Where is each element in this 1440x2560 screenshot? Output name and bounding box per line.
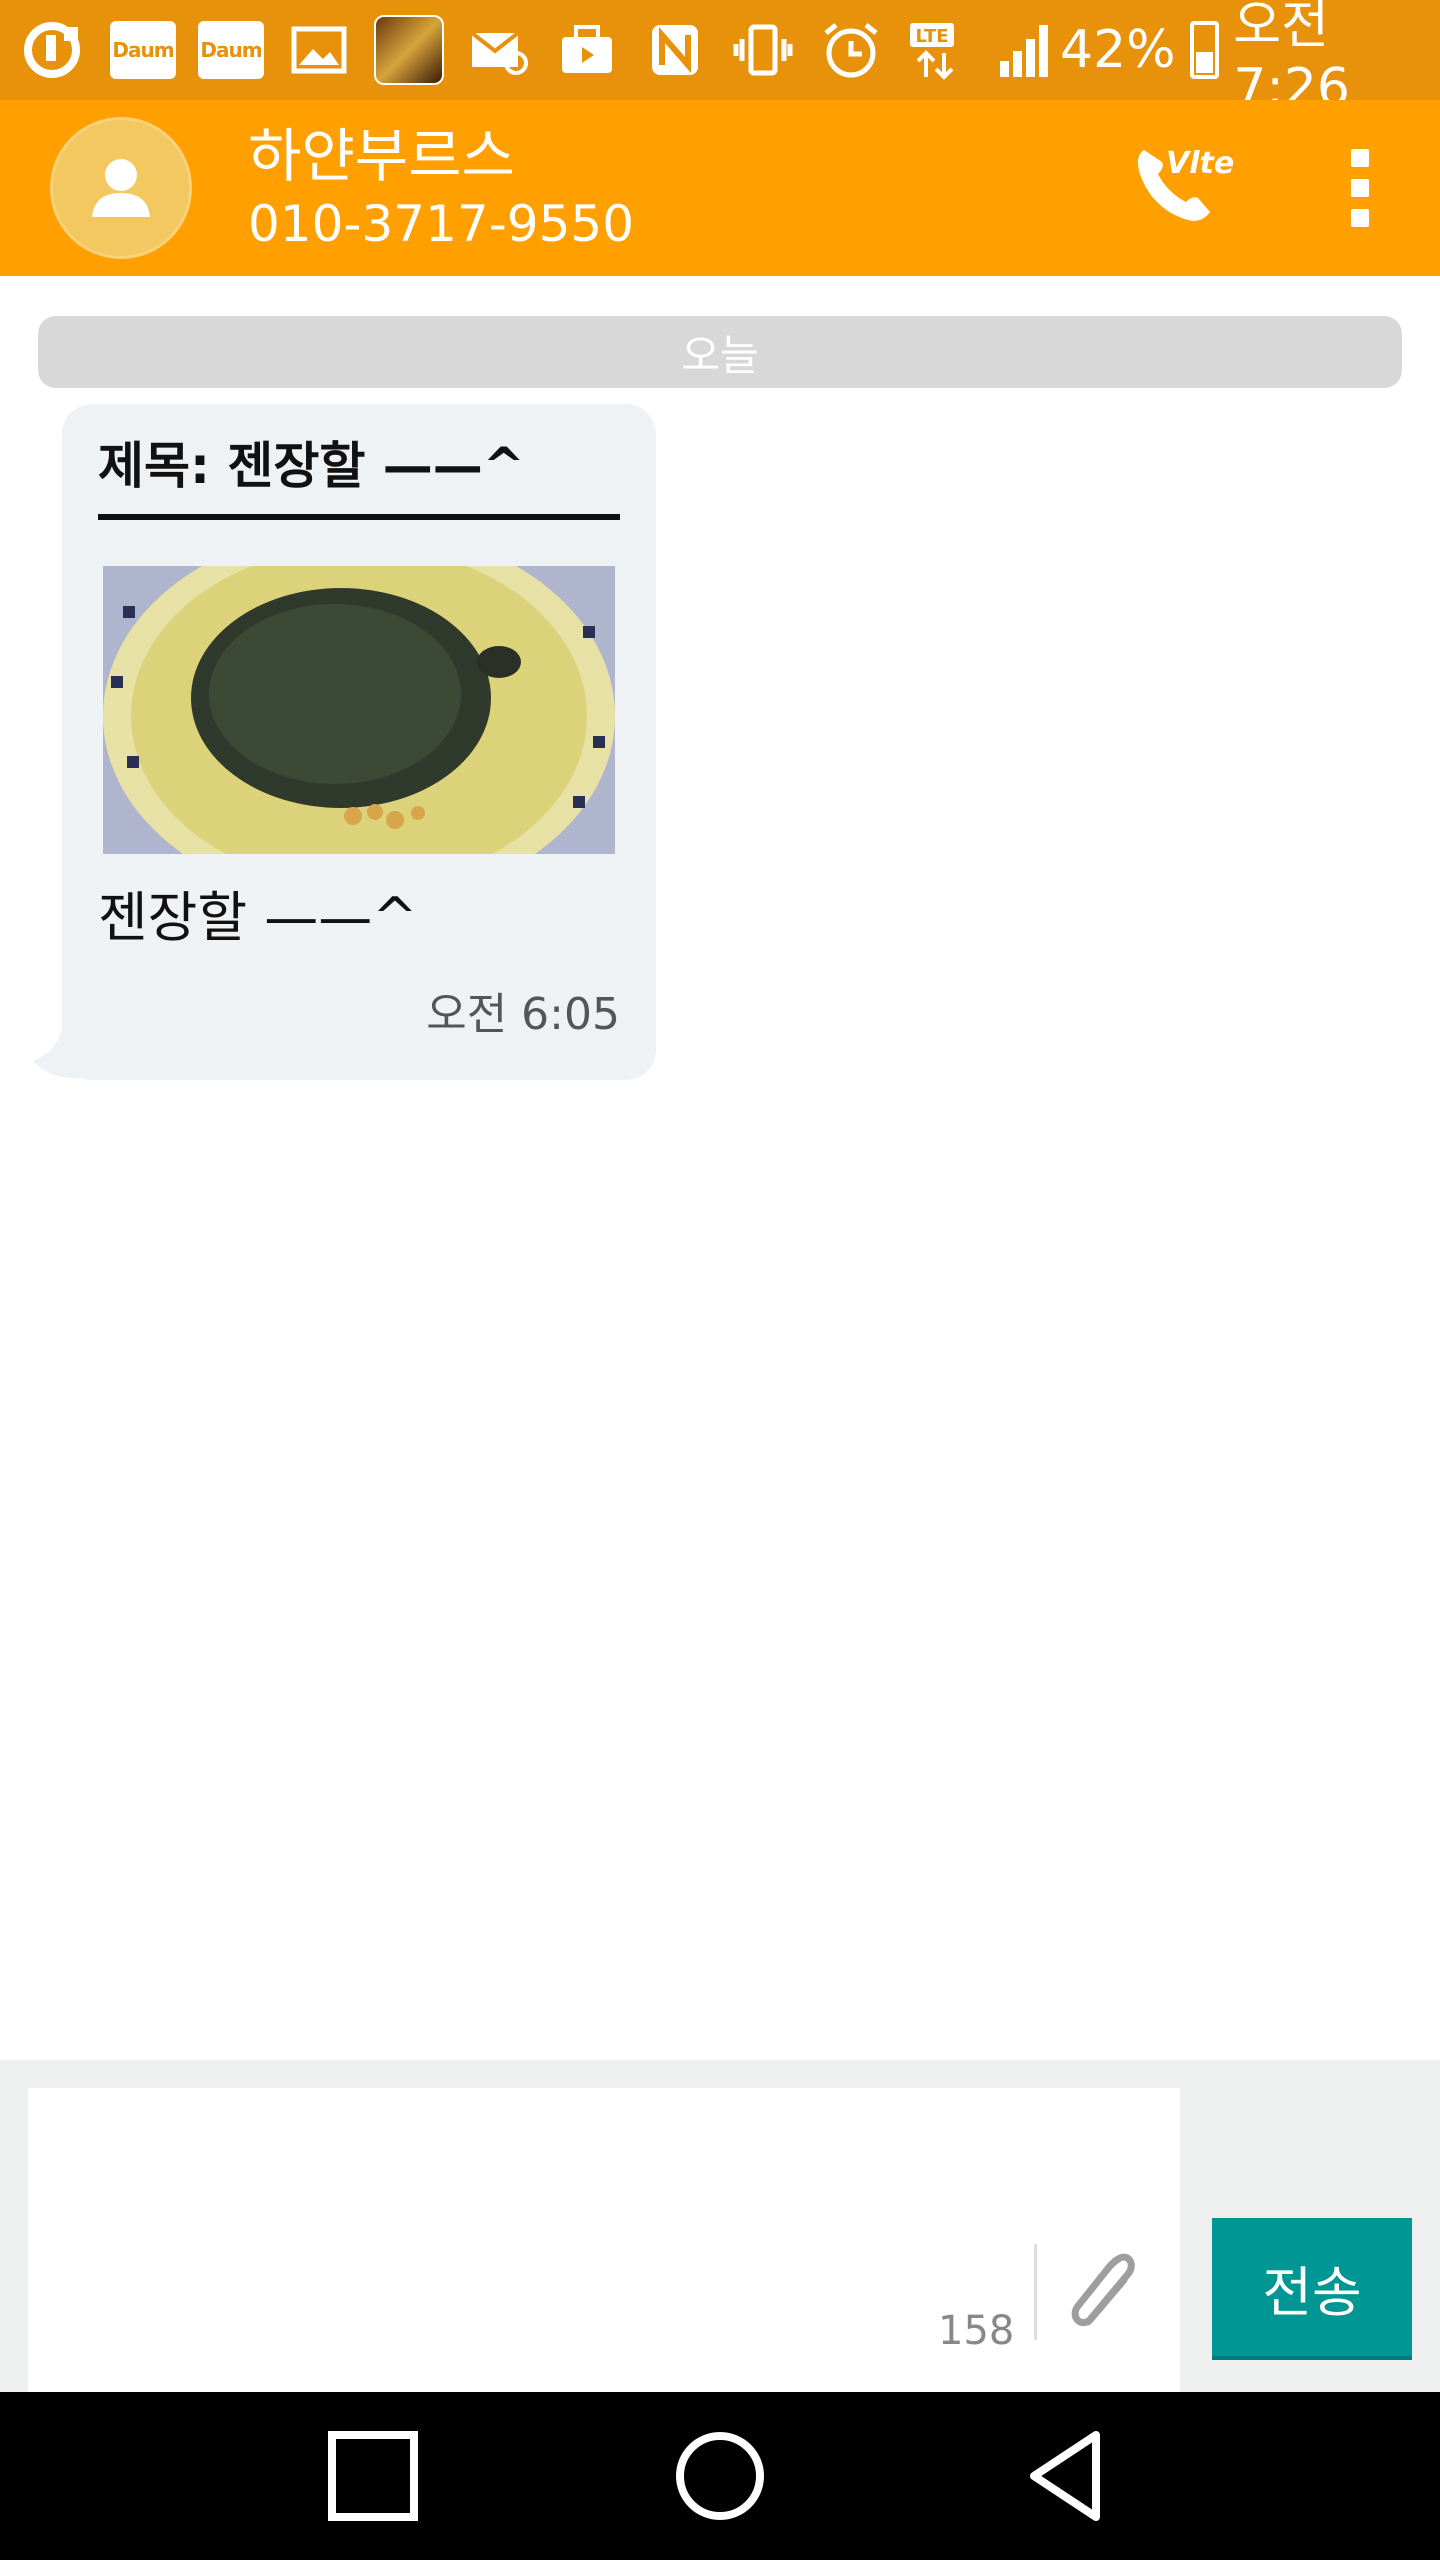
navigation-bar: [0, 2392, 1440, 2560]
status-bar: Daum Daum LTE 42% 오전 7:26: [0, 0, 1440, 118]
input-divider: [1034, 2244, 1037, 2340]
contact-name: 하얀부르스: [248, 122, 515, 190]
recents-icon[interactable]: [318, 2421, 428, 2531]
turtle-photo: [103, 566, 615, 854]
lte-icon: LTE: [906, 17, 972, 83]
notification-icons: Daum Daum LTE: [22, 15, 1060, 85]
gallery-icon: [286, 17, 352, 83]
home-icon[interactable]: [665, 2421, 775, 2531]
message-subject: 제목: 젠장할 ——^: [98, 434, 620, 520]
character-counter: 158: [938, 2308, 1015, 2354]
screen: Daum Daum LTE 42% 오전 7:26 하얀부르스 010-3717…: [0, 0, 1440, 2560]
back-icon[interactable]: [1012, 2421, 1122, 2531]
email-attachment-icon: [466, 17, 532, 83]
contact-avatar[interactable]: [50, 117, 192, 259]
uplus-icon: [22, 17, 88, 83]
alarm-icon: [818, 17, 884, 83]
nfc-icon: [642, 17, 708, 83]
battery-icon: [1189, 21, 1220, 79]
message-time: 오전 6:05: [426, 989, 620, 1040]
more-options-icon[interactable]: [1330, 138, 1390, 238]
daum-icon: Daum: [110, 21, 176, 79]
dot: [1351, 179, 1369, 197]
send-button[interactable]: 전송: [1212, 2218, 1412, 2360]
contact-phone-number: 010-3717-9550: [248, 195, 635, 253]
signal-icon: [994, 17, 1060, 83]
contact-info: 하얀부르스 010-3717-9550: [248, 120, 1130, 256]
dot: [1351, 149, 1369, 167]
dot: [1351, 209, 1369, 227]
message-bubble[interactable]: 제목: 젠장할 ——^ 젠장할 ——^ 오전 6:05: [62, 404, 656, 1080]
video-icon: [554, 17, 620, 83]
battery-percent: 42%: [1060, 20, 1176, 80]
attachment-icon[interactable]: [1064, 2244, 1154, 2340]
vlte-call-button[interactable]: Vlte: [1130, 138, 1240, 238]
mms-image-attachment[interactable]: [103, 566, 615, 854]
conversation-header: 하얀부르스 010-3717-9550 Vlte: [0, 100, 1440, 276]
person-icon: [92, 159, 150, 217]
daum-icon: Daum: [198, 21, 264, 79]
vlte-label: Vlte: [1166, 146, 1235, 181]
game-app-icon: [374, 15, 444, 85]
date-divider: 오늘: [38, 316, 1402, 388]
message-body: 젠장할 ——^: [98, 886, 418, 949]
svg-text:LTE: LTE: [915, 26, 948, 47]
vibrate-icon: [730, 17, 796, 83]
